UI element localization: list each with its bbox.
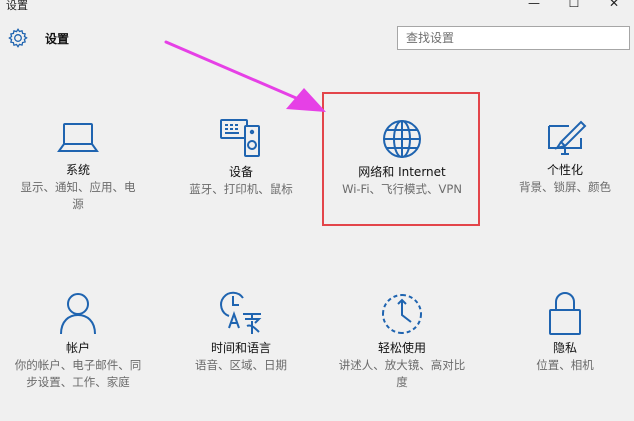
close-button[interactable]: ✕ — [594, 0, 634, 12]
settings-header: 设置 — [7, 27, 69, 49]
tile-description: 语音、区域、日期 — [195, 358, 287, 372]
tile-label: 时间和语言 — [210, 341, 271, 355]
devices-icon — [220, 119, 260, 157]
tile-description: 显示、通知、应用、电源 — [20, 180, 136, 211]
search-input[interactable] — [398, 27, 629, 49]
window-title: 设置 — [6, 0, 28, 12]
ease-of-access-icon — [382, 294, 422, 334]
gear-icon — [8, 28, 28, 48]
person-icon — [60, 293, 96, 335]
lock-icon — [549, 292, 581, 335]
minimize-button[interactable]: — — [514, 0, 554, 12]
tile-description: 位置、相机 — [536, 358, 594, 372]
tile-devices[interactable]: 设备 蓝牙、打印机、鼠标 — [169, 116, 313, 198]
tile-description: 背景、锁屏、颜色 — [519, 180, 611, 194]
tile-description: 蓝牙、打印机、鼠标 — [189, 182, 293, 196]
tile-label: 个性化 — [546, 163, 583, 177]
maximize-button[interactable]: ☐ — [554, 0, 594, 12]
tile-description: 你的帐户、电子邮件、同步设置、工作、家庭 — [14, 358, 142, 389]
personalization-icon — [548, 120, 587, 155]
tile-description: 讲述人、放大镜、高对比度 — [338, 358, 466, 389]
tile-personalization[interactable]: 个性化 背景、锁屏、颜色 — [493, 118, 634, 196]
highlight-box — [322, 92, 480, 226]
tile-label: 系统 — [65, 163, 90, 177]
tile-privacy[interactable]: 隐私 位置、相机 — [493, 290, 634, 374]
time-language-icon — [220, 291, 262, 334]
tile-time-language[interactable]: 时间和语言 语音、区域、日期 — [169, 288, 313, 374]
laptop-icon — [57, 123, 99, 152]
tile-label: 轻松使用 — [377, 341, 426, 355]
tile-system[interactable]: 系统 显示、通知、应用、电源 — [6, 118, 150, 213]
tile-label: 帐户 — [65, 341, 90, 355]
tile-accounts[interactable]: 帐户 你的帐户、电子邮件、同步设置、工作、家庭 — [6, 290, 150, 391]
search-box[interactable] — [397, 26, 630, 50]
page-title: 设置 — [45, 31, 70, 46]
tile-ease-of-access[interactable]: 轻松使用 讲述人、放大镜、高对比度 — [330, 292, 474, 391]
tile-label: 隐私 — [552, 341, 577, 355]
tile-label: 设备 — [228, 165, 253, 179]
window-controls: — ☐ ✕ — [514, 0, 634, 12]
pointer-arrow — [164, 40, 326, 112]
